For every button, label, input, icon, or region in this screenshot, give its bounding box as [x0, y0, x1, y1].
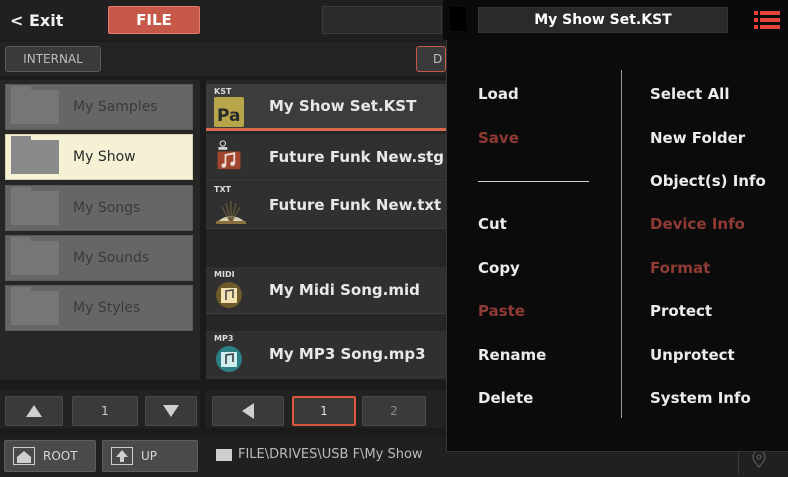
midi-file-icon: [216, 282, 242, 308]
menu-item-save: Save: [478, 129, 519, 147]
menu-item-objects-info[interactable]: Object(s) Info: [650, 172, 766, 190]
page-1-button[interactable]: 1: [292, 396, 356, 426]
path-text: FILE\DRIVES\USB F\My Show: [238, 447, 423, 462]
file-row[interactable]: MIDI My Midi Song.mid: [206, 267, 446, 314]
menu-item-rename[interactable]: Rename: [478, 346, 546, 364]
root-label: ROOT: [43, 449, 78, 463]
file-row[interactable]: MP3 My MP3 Song.mp3: [206, 331, 446, 378]
home-icon: [13, 447, 35, 465]
folder-label: My Songs: [73, 200, 141, 216]
menu-item-copy[interactable]: Copy: [478, 259, 520, 277]
menu-icon[interactable]: [754, 10, 780, 30]
title-side-box: [450, 7, 466, 31]
menu-item-delete[interactable]: Delete: [478, 389, 533, 407]
menu-item-protect[interactable]: Protect: [650, 302, 712, 320]
folder-icon: [11, 136, 59, 174]
folder-page-number: 1: [72, 396, 138, 426]
folder-icon: [216, 448, 232, 461]
file-row[interactable]: TXT Future Funk New.txt: [206, 182, 446, 229]
menu-item-system-info[interactable]: System Info: [650, 389, 751, 407]
triangle-left-icon: [242, 403, 254, 419]
file-type-label: MP3: [214, 334, 234, 343]
file-tab[interactable]: FILE: [108, 6, 200, 34]
folder-item[interactable]: My Styles: [5, 285, 193, 331]
exit-button[interactable]: < Exit: [8, 6, 84, 34]
page-down-button[interactable]: [145, 396, 197, 426]
folder-item[interactable]: My Sounds: [5, 235, 193, 281]
folder-icon: [11, 237, 59, 275]
kst-file-icon: Pa: [214, 97, 244, 127]
menu-item-cut[interactable]: Cut: [478, 215, 507, 233]
up-button[interactable]: UP: [102, 440, 198, 472]
file-type-label: TXT: [214, 185, 232, 194]
folder-label: My Sounds: [73, 250, 150, 266]
file-name: My MP3 Song.mp3: [269, 345, 426, 363]
folder-icon: [11, 187, 59, 225]
internal-device-button[interactable]: INTERNAL: [5, 46, 101, 72]
triangle-up-icon: [26, 405, 42, 417]
location-pin-icon: [751, 450, 766, 468]
menu-item-new-folder[interactable]: New Folder: [650, 129, 745, 147]
arrow-up-icon: [111, 447, 133, 465]
folder-icon: [11, 287, 59, 325]
folder-label: My Styles: [73, 300, 141, 316]
file-name: Future Funk New.txt: [269, 196, 442, 214]
page-prev-button[interactable]: [212, 396, 284, 426]
folder-label: My Samples: [73, 99, 158, 115]
file-row-selected[interactable]: KST Pa My Show Set.KST: [206, 84, 446, 131]
device-button[interactable]: D: [416, 46, 446, 72]
top-field: [322, 6, 442, 34]
text-file-icon: [216, 201, 246, 224]
menu-item-select-all[interactable]: Select All: [650, 85, 729, 103]
root-button[interactable]: ROOT: [4, 440, 96, 472]
folder-item[interactable]: My Samples: [5, 84, 193, 130]
folder-icon: [11, 86, 59, 124]
page-2-button[interactable]: 2: [362, 396, 426, 426]
file-name: My Midi Song.mid: [269, 281, 420, 299]
menu-item-device-info: Device Info: [650, 215, 745, 233]
song-file-icon: [217, 140, 241, 170]
current-file-title: My Show Set.KST: [478, 7, 728, 33]
mp3-file-icon: [216, 346, 242, 372]
menu-column-divider: [621, 70, 622, 418]
file-name: Future Funk New.stg: [269, 148, 445, 166]
folder-item[interactable]: My Songs: [5, 185, 193, 231]
up-label: UP: [141, 449, 158, 463]
current-path: FILE\DRIVES\USB F\My Show: [216, 447, 423, 462]
menu-item-unprotect[interactable]: Unprotect: [650, 346, 735, 364]
menu-item-load[interactable]: Load: [478, 85, 519, 103]
menu-item-format: Format: [650, 259, 711, 277]
folder-item-selected[interactable]: My Show: [5, 134, 193, 180]
triangle-down-icon: [163, 405, 179, 417]
file-name: My Show Set.KST: [269, 97, 417, 115]
file-type-label: KST: [214, 87, 232, 96]
menu-item-paste: Paste: [478, 302, 525, 320]
folder-label: My Show: [73, 149, 136, 165]
file-row[interactable]: Future Funk New.stg: [206, 134, 446, 181]
file-type-label: MIDI: [214, 270, 235, 279]
menu-separator: [478, 181, 589, 182]
page-up-button[interactable]: [5, 396, 63, 426]
svg-text:Pa: Pa: [217, 106, 240, 126]
